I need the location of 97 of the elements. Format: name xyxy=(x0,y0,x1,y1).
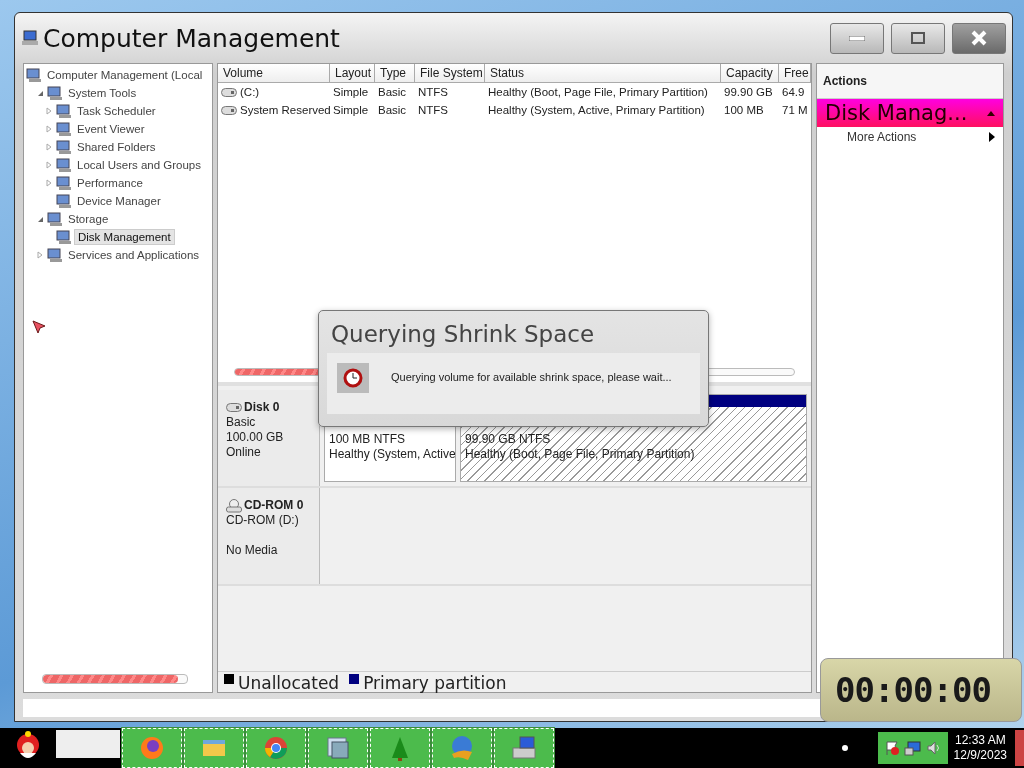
drive-icon xyxy=(221,87,237,97)
close-button[interactable] xyxy=(952,22,1006,54)
table-cell: System Reserved xyxy=(218,101,330,119)
speaker-icon[interactable] xyxy=(925,740,942,756)
column-header[interactable]: Status xyxy=(485,64,721,83)
console-icon xyxy=(47,212,63,226)
disk-info: Online xyxy=(226,445,262,460)
disk-label-panel[interactable]: CD-ROM 0 CD-ROM (D:) No Media xyxy=(218,488,320,584)
tree-item[interactable]: Disk Management xyxy=(74,229,175,245)
column-header[interactable]: Layout xyxy=(330,64,375,83)
drive-icon xyxy=(226,403,242,412)
column-header[interactable]: Free xyxy=(779,64,811,83)
clock-icon xyxy=(343,368,363,388)
table-cell-text: Basic xyxy=(377,103,408,118)
tree-item[interactable]: Event Viewer xyxy=(74,122,148,136)
taskbar-button[interactable] xyxy=(494,728,554,768)
disk-name: CD-ROM 0 xyxy=(244,498,304,513)
console-icon xyxy=(56,230,72,244)
tree-item[interactable]: Services and Applications xyxy=(65,248,203,262)
partition-status: Healthy (Boot, Page File, Primary Partition) xyxy=(465,447,696,462)
column-header[interactable]: Type xyxy=(375,64,415,83)
taskbar-button[interactable] xyxy=(246,728,306,768)
flag-icon[interactable] xyxy=(883,740,900,756)
dialog-title: Querying Shrink Space xyxy=(330,320,596,349)
tree-item[interactable]: Computer Management (Local xyxy=(44,68,206,82)
cd-drive-icon xyxy=(226,498,242,513)
browser-icon xyxy=(138,734,166,762)
tree-item[interactable]: Task Scheduler xyxy=(74,104,159,118)
console-icon xyxy=(26,68,42,82)
column-header[interactable]: File System xyxy=(415,64,485,83)
disk-info: Basic xyxy=(226,415,257,430)
console-icon xyxy=(56,104,72,118)
minimize-button[interactable] xyxy=(830,22,884,54)
drive-icon xyxy=(221,105,237,115)
computer-icon xyxy=(510,734,538,762)
taskbar-button[interactable] xyxy=(432,728,492,768)
scroll-bar[interactable] xyxy=(42,674,188,684)
disk-label-panel[interactable]: Disk 0 Basic 100.00 GB Online xyxy=(218,390,320,486)
maximize-button[interactable] xyxy=(891,22,945,54)
submenu-arrow-icon xyxy=(989,132,995,142)
actions-section-header[interactable]: Disk Manag... xyxy=(817,99,1003,127)
disk-info: CD-ROM (D:) xyxy=(226,513,300,528)
table-cell-text: Healthy (Boot, Page File, Primary Partition) xyxy=(487,85,709,100)
table-cell-text: 99.90 GB xyxy=(723,85,774,100)
console-icon xyxy=(56,122,72,136)
dialog-message: Querying volume for available shrink space, please wait... xyxy=(391,371,672,383)
action-item[interactable]: More Actions xyxy=(817,127,1003,147)
browser-icon xyxy=(262,734,290,762)
disk-info: No Media xyxy=(226,543,279,558)
console-icon xyxy=(56,176,72,190)
table-cell-text: 64.9 xyxy=(781,85,806,100)
console-icon xyxy=(56,194,72,208)
tree-item[interactable]: Performance xyxy=(74,176,146,190)
table-cell-text: NTFS xyxy=(417,85,450,100)
computer-icon xyxy=(21,29,39,47)
taskbar-button[interactable] xyxy=(370,728,430,768)
console-icon xyxy=(47,248,63,262)
search-field[interactable] xyxy=(56,730,120,758)
clock-time[interactable]: 12:33 AM xyxy=(954,733,1006,748)
console-icon xyxy=(47,86,63,100)
tree-item[interactable]: Local Users and Groups xyxy=(74,158,204,172)
photos-icon xyxy=(324,734,352,762)
timer-display: 00:00:00 xyxy=(835,670,992,710)
console-icon xyxy=(56,140,72,154)
actions-header: Actions xyxy=(817,64,1003,99)
taskbar-button[interactable] xyxy=(308,728,368,768)
cursor-icon xyxy=(32,320,46,334)
disk-name: Disk 0 xyxy=(244,400,280,415)
column-header[interactable]: Volume xyxy=(218,64,330,83)
tree-item[interactable]: Storage xyxy=(65,212,112,226)
table-cell-text: NTFS xyxy=(417,103,450,118)
tree-item[interactable]: Shared Folders xyxy=(74,140,159,154)
disk-info: 100.00 GB xyxy=(226,430,285,445)
taskbar-button[interactable] xyxy=(122,728,182,768)
table-cell: (C:) xyxy=(218,83,330,101)
console-icon xyxy=(56,158,72,172)
table-cell-text: 100 MB xyxy=(723,103,765,118)
partition-size: 100 MB NTFS xyxy=(329,432,407,447)
partition-size: 99.90 GB NTFS xyxy=(465,432,552,447)
table-cell-text: Simple xyxy=(332,103,370,118)
tree-item[interactable]: System Tools xyxy=(65,86,140,100)
table-cell-text: Basic xyxy=(377,85,408,100)
table-cell-text: Simple xyxy=(332,85,370,100)
tree-item[interactable]: Device Manager xyxy=(74,194,164,208)
table-cell-text: Healthy (System, Active, Primary Partition) xyxy=(487,103,706,118)
window-title: Computer Management xyxy=(43,23,341,53)
legend-label: Unallocated xyxy=(238,674,340,692)
network-icon[interactable] xyxy=(903,740,922,756)
legend-label: Primary partition xyxy=(363,674,507,692)
notification-dot xyxy=(841,745,848,751)
maximize-icon xyxy=(911,32,925,44)
clock-date[interactable]: 12/9/2023 xyxy=(953,748,1007,763)
table-cell-text: 71 M xyxy=(781,103,809,118)
close-icon xyxy=(971,30,987,46)
column-header[interactable]: Capacity xyxy=(721,64,779,83)
minimize-icon xyxy=(849,35,865,41)
caret-icon xyxy=(987,110,995,116)
